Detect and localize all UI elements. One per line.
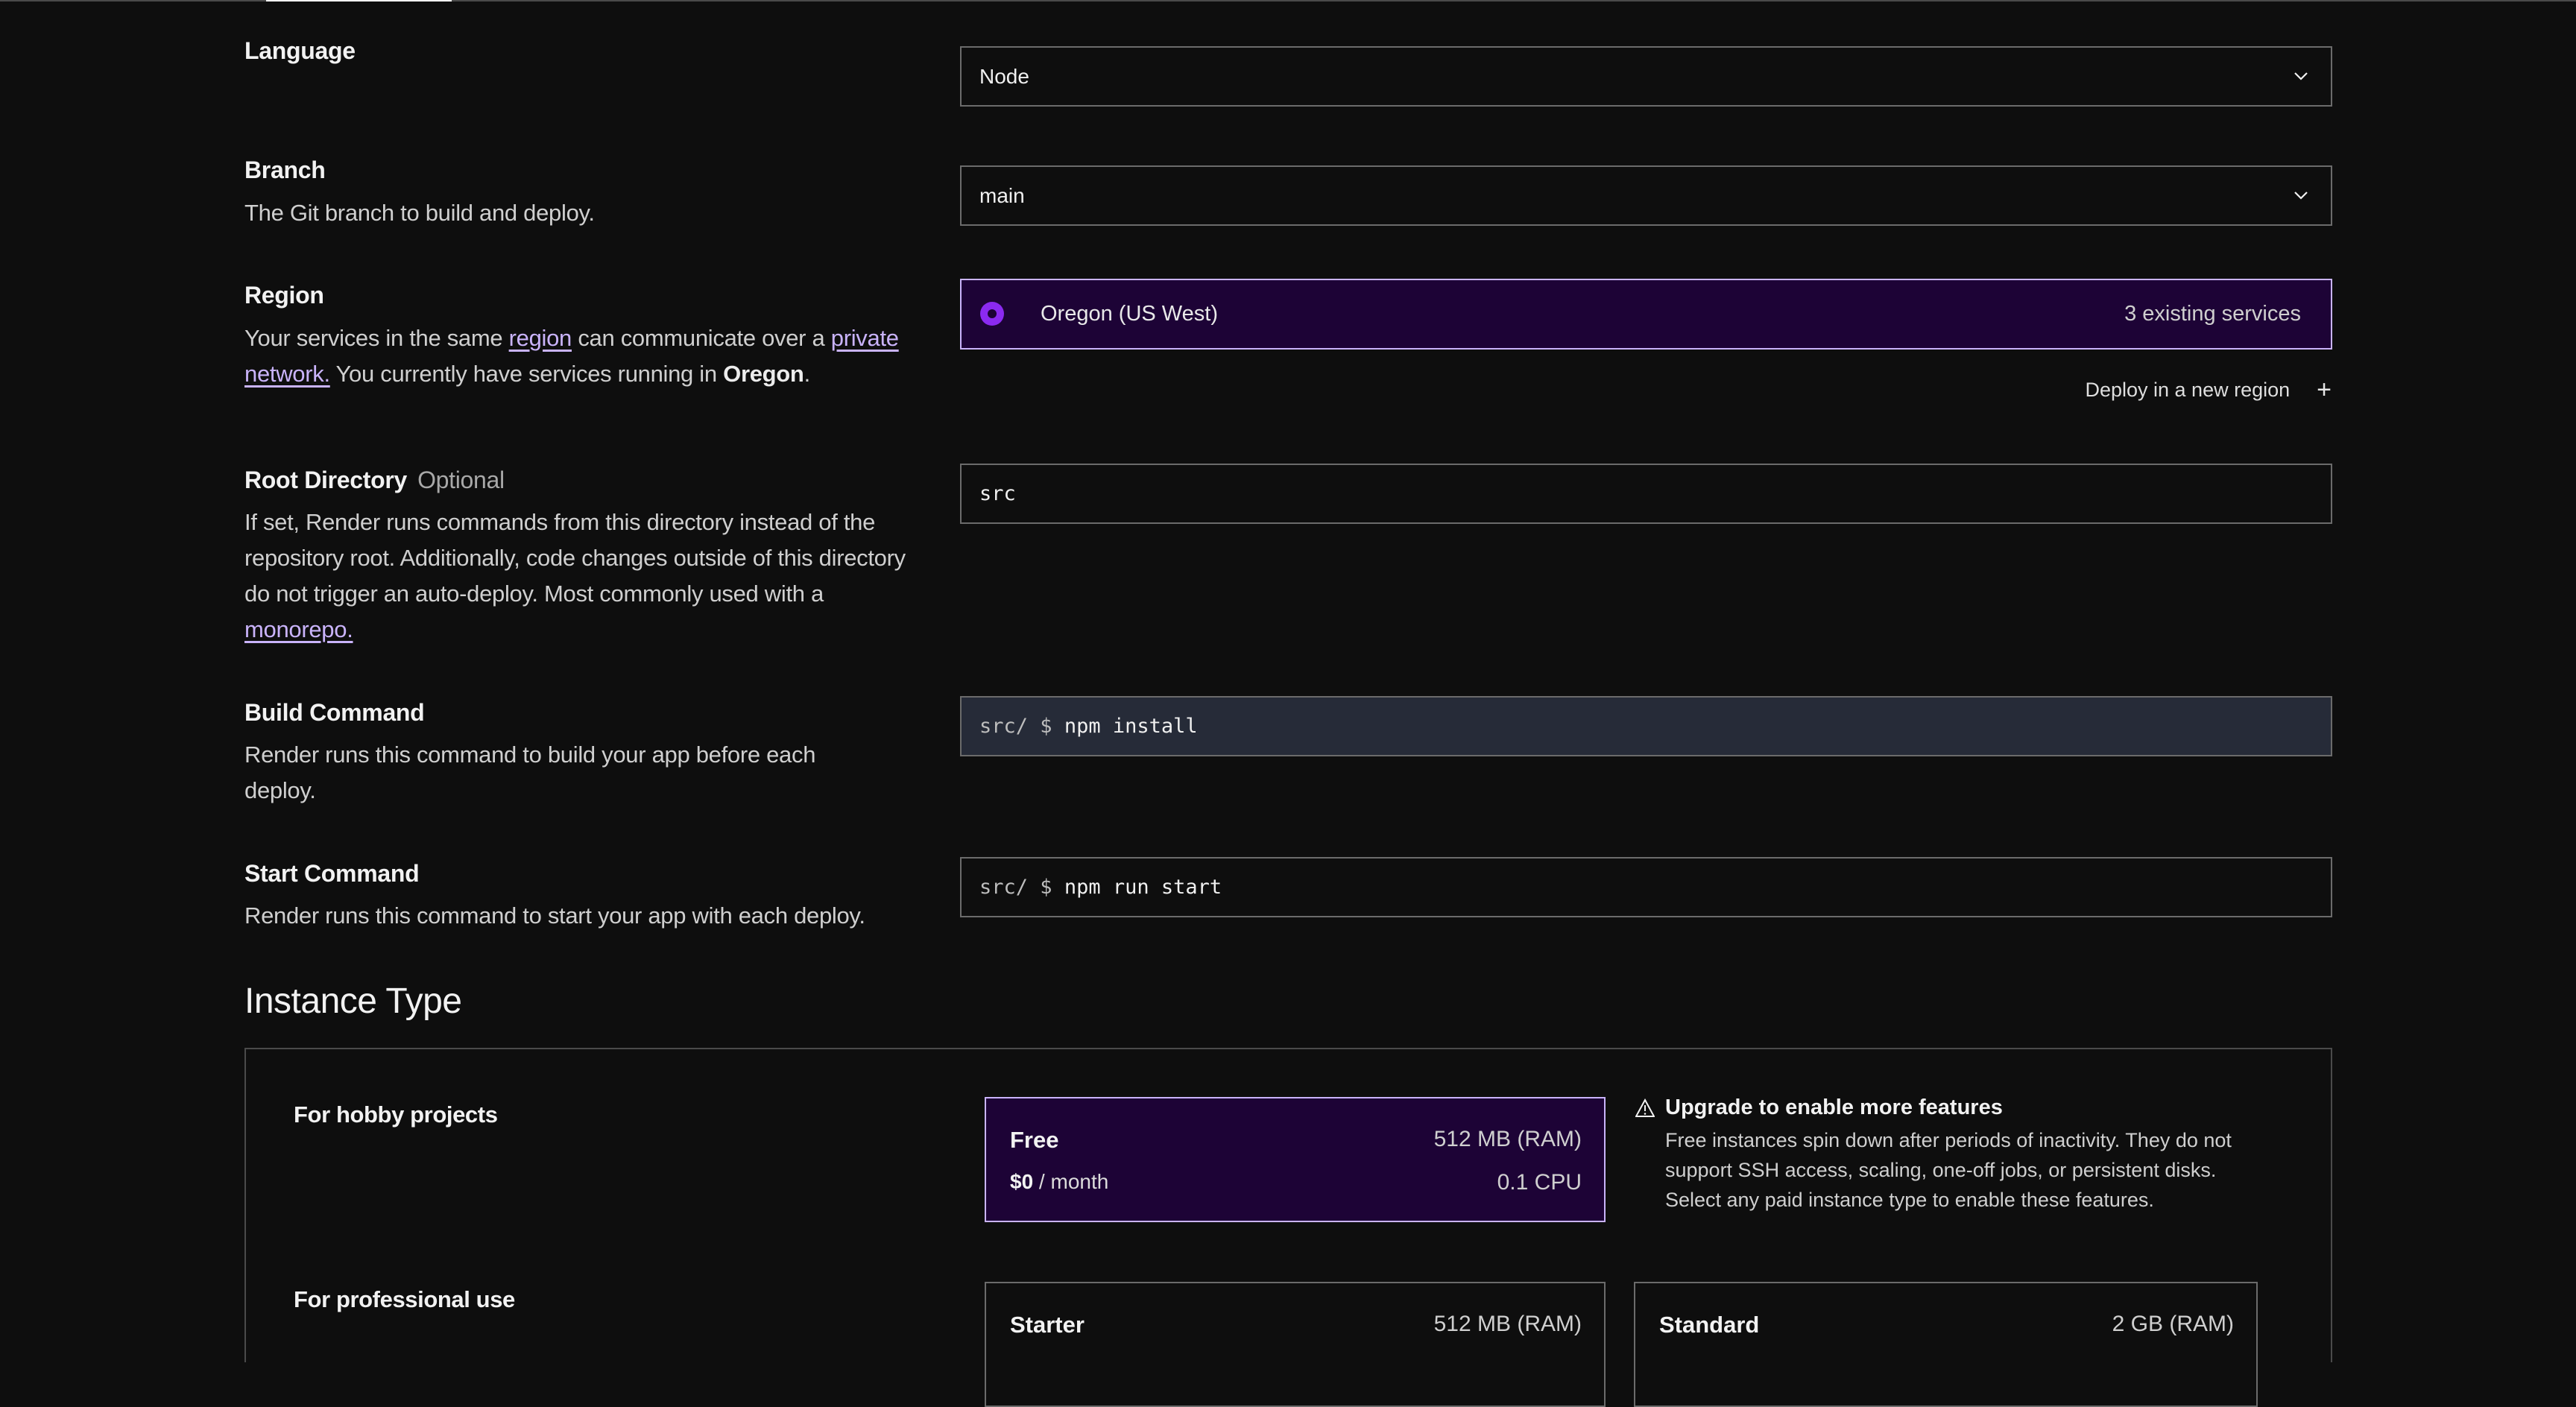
root-directory-label: Root Directory Optional [244,467,505,494]
plus-icon: + [2317,376,2332,404]
plan-card-starter[interactable]: Starter 512 MB (RAM) [985,1282,1606,1407]
warning-title: Upgrade to enable more features [1665,1095,2003,1119]
start-command-field: src/ $ npm run start [962,876,1222,899]
build-command-label: Build Command [244,699,425,726]
region-label: Region [244,282,324,309]
plan-name: Standard [1659,1312,1760,1338]
plan-name: Starter [1010,1312,1085,1338]
start-command-value: npm run start [1064,876,1222,899]
professional-group-label: For professional use [294,1286,515,1312]
language-label: Language [244,37,356,64]
region-option-oregon[interactable]: Oregon (US West) 3 existing services [960,279,2332,350]
plan-cpu: 0.1 CPU [1497,1170,1582,1195]
build-command-description: Render runs this command to build your a… [244,742,816,803]
branch-label: Branch [244,156,326,183]
plan-card-free[interactable]: Free 512 MB (RAM) $0 / month 0.1 CPU [985,1097,1606,1222]
command-prefix: src/ $ [979,715,1052,738]
region-description: Your services in the same region can com… [244,320,915,392]
root-directory-label-text: Root Directory [244,467,408,493]
language-select[interactable]: Node [960,46,2332,107]
chevron-down-icon [2294,72,2308,80]
branch-description: The Git branch to build and deploy. [244,200,595,226]
hobby-group-label: For hobby projects [294,1101,498,1128]
deploy-new-region-label: Deploy in a new region [2085,378,2291,401]
plan-ram: 512 MB (RAM) [1433,1312,1582,1336]
branch-select[interactable]: main [960,165,2332,226]
plan-name: Free [1010,1127,1059,1153]
instance-type-title: Instance Type [244,981,462,1021]
active-tab-indicator [266,0,452,1]
start-command-input[interactable]: src/ $ npm run start [960,857,2332,917]
build-command-value: npm install [1064,715,1198,738]
plan-price: $0 / month [1010,1170,1108,1194]
plan-ram: 512 MB (RAM) [1433,1127,1582,1151]
build-command-input[interactable]: src/ $ npm install [960,696,2332,756]
region-option-name: Oregon (US West) [1041,302,1218,326]
region-desc-text: can communicate over a [572,325,831,351]
warning-triangle-icon [1635,1098,1655,1117]
region-desc-text: Your services in the same [244,325,509,351]
build-command-field: src/ $ npm install [962,715,1198,738]
command-prefix: src/ $ [979,876,1052,899]
plan-card-standard[interactable]: Standard 2 GB (RAM) [1634,1282,2258,1407]
region-desc-text: . [804,361,811,387]
monorepo-link[interactable]: monorepo. [244,616,353,642]
language-select-value: Node [979,64,1029,88]
radio-selected-icon[interactable] [980,302,1004,326]
start-command-description: Render runs this command to start your a… [244,902,865,929]
plan-price-period: / month [1033,1170,1109,1193]
region-desc-text: You currently have services running in [329,361,724,387]
root-directory-description: If set, Render runs commands from this d… [244,505,915,648]
chevron-down-icon [2294,192,2308,200]
current-region: Oregon [723,361,804,387]
deploy-new-region-button[interactable]: Deploy in a new region + [2085,377,2332,402]
branch-select-value: main [979,183,1025,207]
root-directory-input[interactable]: src [960,464,2332,524]
optional-tag: Optional [417,467,505,493]
region-existing-services: 3 existing services [2124,302,2301,326]
start-command-label: Start Command [244,860,420,887]
region-link[interactable]: region [509,325,572,351]
plan-ram: 2 GB (RAM) [2112,1312,2234,1336]
plan-price-amount: $0 [1010,1170,1034,1193]
root-directory-desc-text: If set, Render runs commands from this d… [244,509,906,607]
root-directory-value: src [979,482,1016,505]
warning-body: Free instances spin down after periods o… [1665,1129,2232,1211]
